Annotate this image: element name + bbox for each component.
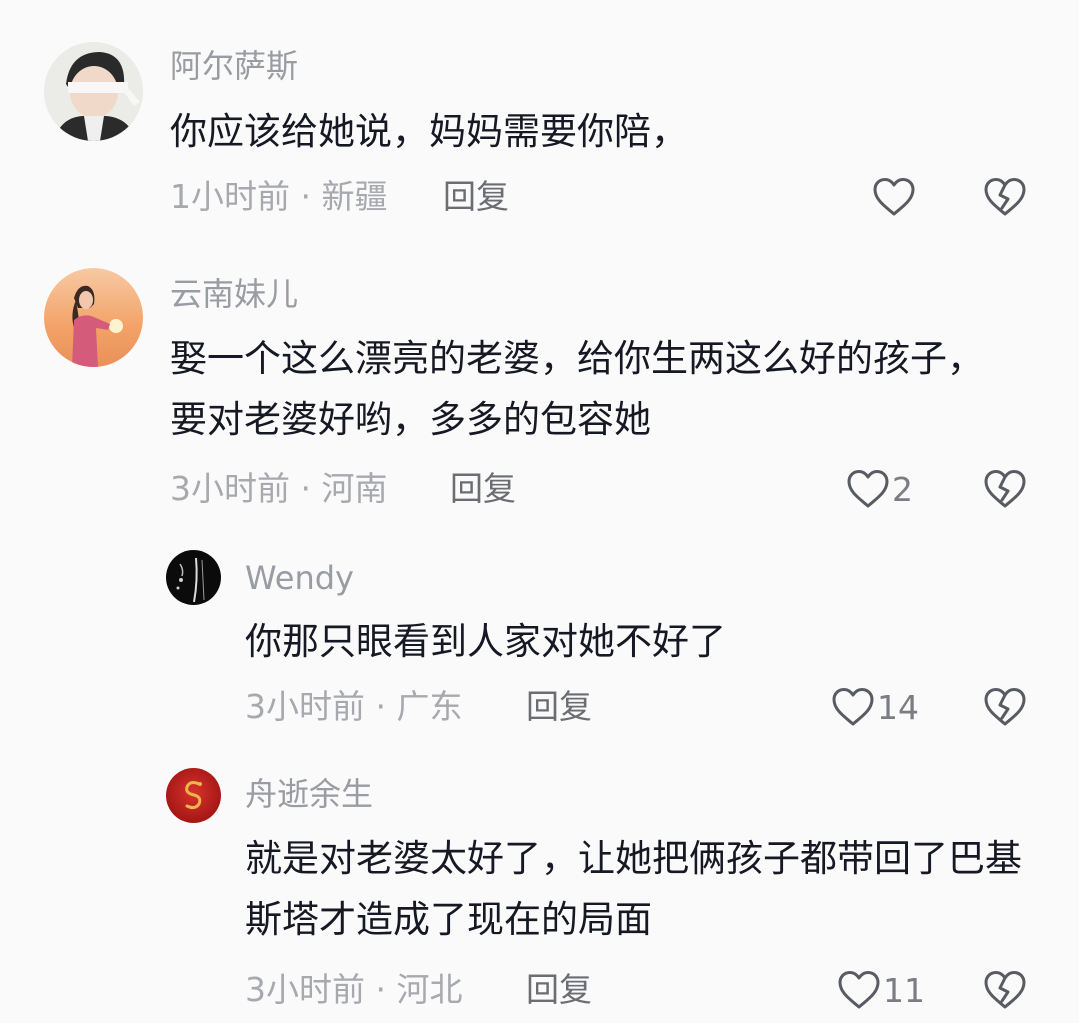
comment-meta: 3小时前 · 河北 xyxy=(245,973,462,1006)
broken-heart-icon xyxy=(984,178,1026,216)
comment-text: 娶一个这么漂亮的老婆，给你生两这么好的孩子，要对老婆好哟，多多的包容她 xyxy=(170,337,984,441)
location: 河南 xyxy=(321,469,388,508)
comment-text: 你那只眼看到人家对她不好了 xyxy=(245,620,726,663)
timestamp: 3小时前 xyxy=(245,687,365,726)
reply-button[interactable]: 回复 xyxy=(526,690,592,723)
username[interactable]: 舟逝余生 xyxy=(245,778,373,810)
dislike-button[interactable] xyxy=(983,969,1027,1011)
timestamp: 1小时前 xyxy=(170,177,290,216)
heart-outline-icon xyxy=(838,971,880,1009)
separator: · xyxy=(290,177,322,216)
reply-button[interactable]: 回复 xyxy=(450,472,516,505)
heart-outline-icon xyxy=(847,470,889,508)
like-button[interactable]: 2 xyxy=(846,468,913,510)
like-button[interactable]: 11 xyxy=(837,969,925,1011)
like-count: 11 xyxy=(883,970,925,1010)
location: 河北 xyxy=(396,970,463,1009)
comment-meta: 1小时前 · 新疆 xyxy=(170,180,387,213)
avatar[interactable] xyxy=(166,550,221,605)
comment-text: 你应该给她说，妈妈需要你陪， xyxy=(170,110,688,153)
reply-button[interactable]: 回复 xyxy=(526,973,592,1006)
dislike-button[interactable] xyxy=(983,686,1027,728)
username[interactable]: Wendy xyxy=(245,562,354,594)
separator: · xyxy=(365,970,397,1009)
dislike-button[interactable] xyxy=(983,176,1027,218)
reply-button[interactable]: 回复 xyxy=(443,180,509,213)
avatar[interactable] xyxy=(44,268,143,367)
heart-outline-icon xyxy=(832,688,874,726)
location: 新疆 xyxy=(321,177,388,216)
like-count: 14 xyxy=(877,687,919,727)
heart-outline-icon xyxy=(873,178,915,216)
separator: · xyxy=(365,687,397,726)
like-count: 2 xyxy=(892,469,913,509)
like-button[interactable]: 14 xyxy=(831,686,919,728)
location: 广东 xyxy=(396,687,463,726)
broken-heart-icon xyxy=(984,688,1026,726)
username[interactable]: 阿尔萨斯 xyxy=(170,50,298,82)
timestamp: 3小时前 xyxy=(245,970,365,1009)
avatar[interactable] xyxy=(44,42,143,141)
broken-heart-icon xyxy=(984,971,1026,1009)
comment-meta: 3小时前 · 广东 xyxy=(245,690,462,723)
timestamp: 3小时前 xyxy=(170,469,290,508)
username[interactable]: 云南妹儿 xyxy=(170,278,298,310)
dislike-button[interactable] xyxy=(983,468,1027,510)
separator: · xyxy=(290,469,322,508)
like-button[interactable] xyxy=(872,176,918,218)
avatar[interactable] xyxy=(166,768,221,823)
comment-text: 就是对老婆太好了，让她把俩孩子都带回了巴基斯塔才造成了现在的局面 xyxy=(245,837,1022,941)
broken-heart-icon xyxy=(984,470,1026,508)
comment-meta: 3小时前 · 河南 xyxy=(170,472,387,505)
